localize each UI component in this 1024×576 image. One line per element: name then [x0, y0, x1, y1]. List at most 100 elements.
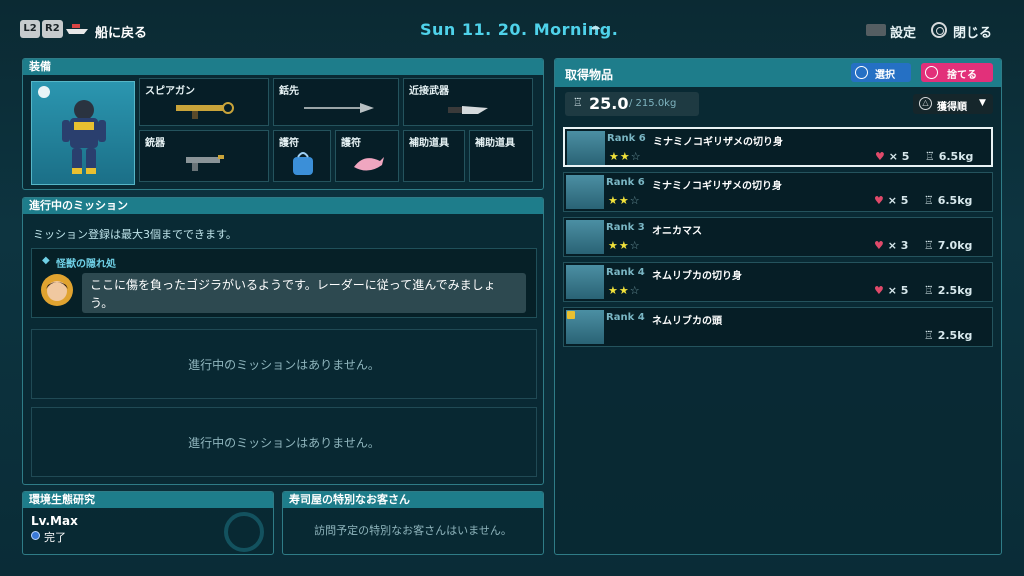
back-to-ship-label[interactable]: 船に戻る: [95, 22, 147, 41]
loot-title: 取得物品: [565, 68, 614, 82]
dolphin-charm-icon: [354, 157, 384, 171]
new-badge-icon: [567, 311, 575, 319]
sushi-customer-panel: 寿司屋の特別なお客さん 訪問予定の特別なお客さんはいません。: [282, 491, 544, 555]
item-stars: ★★☆: [608, 194, 641, 207]
loot-item-row[interactable]: Rank 6 ミナミノコギリザメの切り身 ★★☆ ♥ × 5 ♖ 6.5kg: [563, 172, 993, 212]
eco-research-panel: 環境生態研究 Lv.Max 完了: [22, 491, 274, 555]
select-label: 選択: [875, 70, 895, 81]
heart-icon: ♥: [874, 284, 884, 297]
sawshark-fillet-icon: [566, 175, 604, 209]
cross-button-icon: [925, 66, 938, 79]
empty-mission-slot-1: 進行中のミッションはありません。: [31, 329, 537, 399]
diving-suit-icon: [62, 100, 106, 174]
select-button[interactable]: 選択: [851, 63, 911, 82]
empty-mission-slot-2: 進行中のミッションはありません。: [31, 407, 537, 477]
sawshark-fillet-icon: [567, 131, 605, 165]
date-time-label: Sun 11. 20. Morning.: [420, 20, 619, 39]
complete-icon: [31, 531, 40, 540]
character-avatar: [41, 274, 73, 306]
missions-panel: 進行中のミッション ミッション登録は最大3個までできます。 ◆ 怪獣の隠れ処 こ…: [22, 197, 544, 485]
loot-panel: 取得物品 選択 捨てる ♖ 25.0 / 215.0kg △ 獲得順 ▼ Ran…: [554, 58, 1002, 555]
aux-tool-slot-2[interactable]: 補助道具: [469, 130, 533, 182]
discard-label: 捨てる: [947, 70, 977, 81]
firearm-slot[interactable]: 銃器: [139, 130, 269, 182]
sort-label: 獲得順: [937, 102, 967, 113]
slot-label: スピアガン: [145, 86, 195, 97]
item-weight: ♖ 6.5kg: [924, 194, 973, 207]
item-weight: ♖ 7.0kg: [924, 239, 973, 252]
eco-level: Lv.Max: [31, 514, 78, 528]
sushi-customer-text: 訪問予定の特別なお客さんはいません。: [314, 524, 512, 537]
loot-item-row[interactable]: Rank 3 オニカマス ★★☆ ♥ × 3 ♖ 7.0kg: [563, 217, 993, 257]
spear-tip-icon: [304, 103, 374, 113]
item-count: ♥ × 3: [874, 239, 909, 252]
slot-label: 補助道具: [475, 138, 515, 149]
slot-label: 護符: [341, 138, 361, 149]
slot-label: 近接武器: [409, 86, 449, 97]
speargun-icon: [176, 102, 234, 119]
item-name: オニカマス: [652, 226, 702, 237]
options-button-icon[interactable]: [866, 24, 886, 36]
reef-shark-fillet-icon: [566, 265, 604, 299]
top-bar: L2 R2 船に戻る Sun 11. 20. Morning. ☂ 設定 閉じる: [0, 0, 1024, 50]
item-stars: ★★☆: [608, 239, 641, 252]
heart-icon: ♥: [875, 150, 885, 163]
l2-button-icon[interactable]: L2: [20, 20, 40, 38]
item-weight: ♖ 2.5kg: [924, 284, 973, 297]
reef-shark-head-icon: [566, 310, 604, 344]
item-name: ネムリブカの切り身: [652, 271, 742, 282]
bag-charm-icon: [293, 152, 313, 175]
item-count: ♥ × 5: [874, 194, 909, 207]
mission-text-line-1: ここに傷を負ったゴジラがいるようです。レーダーに従って進んでみましょ: [90, 278, 496, 292]
eco-research-title: 環境生態研究: [23, 492, 273, 508]
item-name: ミナミノコギリザメの切り身: [653, 137, 783, 148]
item-rank: Rank 6: [607, 133, 646, 144]
weight-max: / 215.0kg: [629, 98, 677, 109]
item-rank: Rank 4: [606, 267, 645, 278]
item-rank: Rank 4: [606, 312, 645, 323]
sort-dropdown[interactable]: △ 獲得順 ▼: [913, 94, 993, 114]
mission-title: 怪獣の隠れ処: [56, 259, 116, 270]
mission-text-line-2: う。: [90, 296, 114, 310]
loot-item-row[interactable]: Rank 4 ネムリブカの頭 ♖ 2.5kg: [563, 307, 993, 347]
boat-icon: [66, 24, 88, 34]
mission-marker-icon: ◆: [42, 255, 50, 266]
item-count: ♥ × 5: [875, 150, 910, 163]
sushi-customer-title: 寿司屋の特別なお客さん: [283, 492, 543, 508]
melee-weapon-slot[interactable]: 近接武器: [403, 78, 533, 126]
weight-icon: ♖: [573, 96, 583, 109]
circle-button-icon[interactable]: [931, 22, 947, 38]
charm-slot-2[interactable]: 護符: [335, 130, 399, 182]
wave-emblem-icon: [224, 512, 264, 552]
close-label[interactable]: 閉じる: [953, 22, 992, 41]
item-stars: ★★☆: [608, 284, 641, 297]
heart-icon: ♥: [874, 194, 884, 207]
diving-suit-slot[interactable]: [31, 81, 135, 185]
item-weight: ♖ 6.5kg: [925, 150, 974, 163]
equipment-title: 装備: [23, 59, 543, 75]
eco-status: 完了: [44, 531, 66, 544]
settings-label[interactable]: 設定: [890, 22, 916, 41]
edit-icon: [38, 86, 50, 98]
discard-button[interactable]: 捨てる: [921, 63, 993, 82]
loot-item-row[interactable]: Rank 6 ミナミノコギリザメの切り身 ★★☆ ♥ × 5 ♖ 6.5kg: [563, 127, 993, 167]
aux-tool-slot-1[interactable]: 補助道具: [403, 130, 465, 182]
weight-box: ♖ 25.0 / 215.0kg: [565, 92, 699, 116]
spear-tip-slot[interactable]: 銛先: [273, 78, 399, 126]
missions-title: 進行中のミッション: [23, 198, 543, 214]
item-rank: Rank 3: [606, 222, 645, 233]
item-name: ミナミノコギリザメの切り身: [652, 181, 782, 192]
charm-slot-1[interactable]: 護符: [273, 130, 331, 182]
mission-card[interactable]: ◆ 怪獣の隠れ処 ここに傷を負ったゴジラがいるようです。レーダーに従って進んでみ…: [31, 248, 537, 318]
mission-dialog-box: ここに傷を負ったゴジラがいるようです。レーダーに従って進んでみましょ う。: [82, 273, 526, 313]
speargun-slot[interactable]: スピアガン: [139, 78, 269, 126]
slot-label: 護符: [279, 138, 299, 149]
slot-label: 銛先: [279, 86, 299, 97]
weight-current: 25.0: [589, 94, 629, 113]
item-weight: ♖ 2.5kg: [924, 329, 973, 342]
r2-button-icon[interactable]: R2: [42, 20, 63, 38]
loot-header: 取得物品 選択 捨てる: [555, 59, 1001, 87]
loot-item-row[interactable]: Rank 4 ネムリブカの切り身 ★★☆ ♥ × 5 ♖ 2.5kg: [563, 262, 993, 302]
weather-icon: ☂: [590, 23, 601, 37]
barracuda-icon: [566, 220, 604, 254]
